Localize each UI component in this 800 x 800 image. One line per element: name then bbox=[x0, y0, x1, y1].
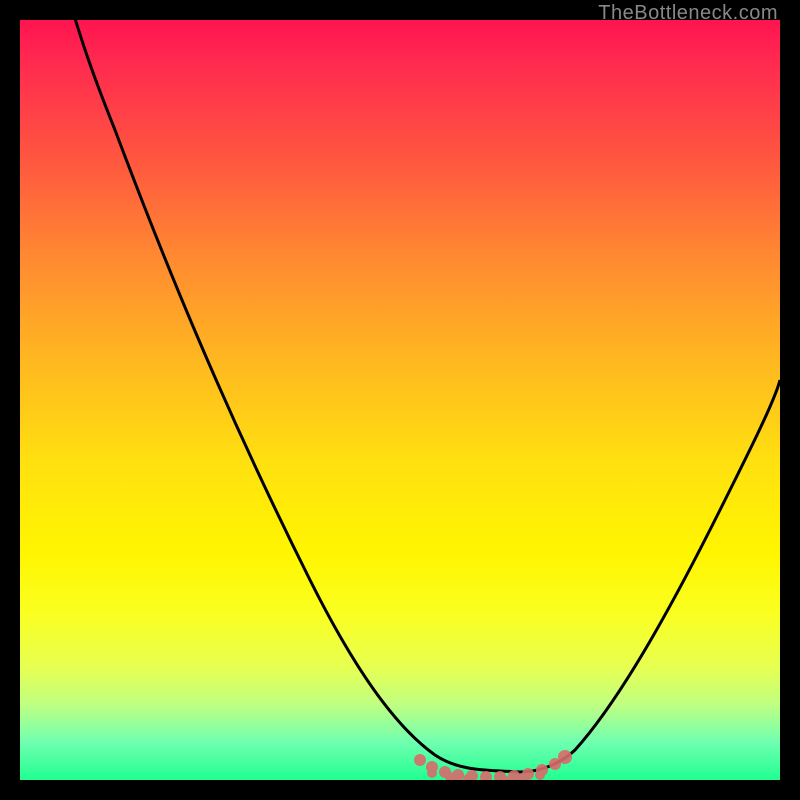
curve-overlay bbox=[20, 20, 780, 780]
watermark-text: TheBottleneck.com bbox=[598, 2, 778, 25]
bottleneck-curve-path bbox=[58, 20, 780, 772]
optimal-zone-dots bbox=[414, 750, 572, 780]
